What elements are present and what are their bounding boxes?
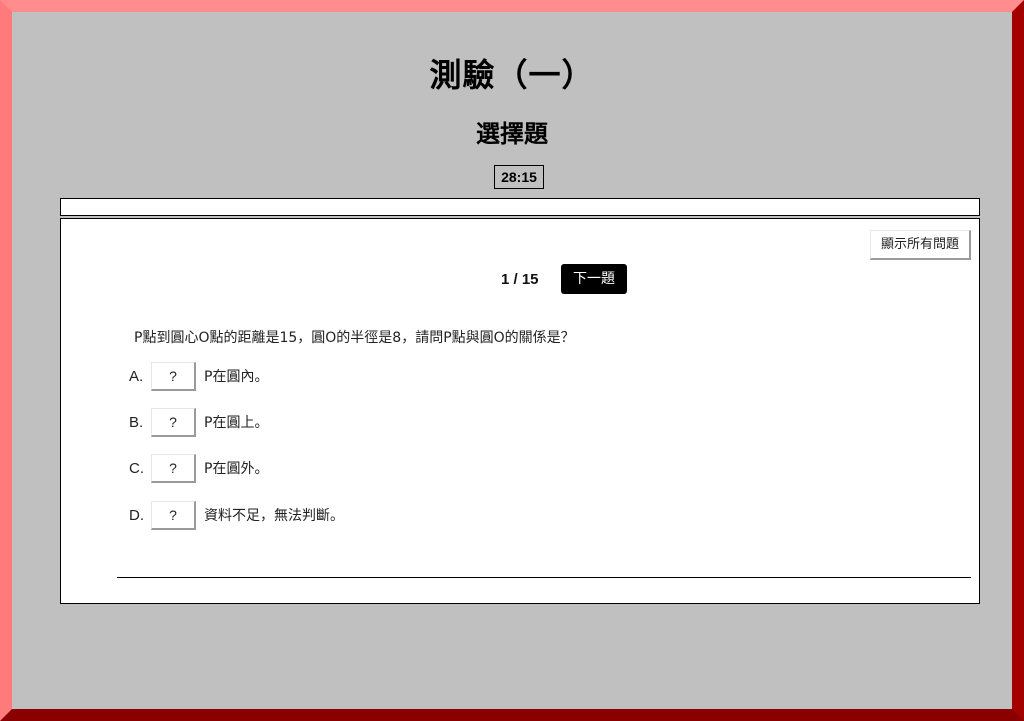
question-text: P點到圓心O點的距離是15，圓O的半徑是8，請問P點與圓O的關係是？ — [134, 330, 575, 346]
answer-box-b[interactable]: ? — [151, 407, 196, 437]
answer-box-a[interactable]: ? — [151, 361, 196, 391]
option-text: P在圓外。 — [204, 461, 269, 477]
answer-box-c[interactable]: ? — [151, 453, 196, 483]
option-letter: C. — [129, 459, 144, 477]
show-all-questions-button[interactable]: 顯示所有問題 — [869, 230, 971, 260]
section-subtitle: 選擇題 — [476, 119, 548, 148]
question-counter: 1 / 15 — [501, 271, 539, 288]
page-title: 測驗（一） — [429, 56, 595, 94]
countdown-timer: 28:15 — [494, 165, 544, 189]
option-text: 資料不足，無法判斷。 — [204, 508, 344, 524]
option-b: B. ? P在圓上。 — [129, 407, 268, 437]
option-a: A. ? P在圓內。 — [129, 361, 268, 391]
question-panel: 顯示所有問題 1 / 15 下一題 P點到圓心O點的距離是15，圓O的半徑是8，… — [60, 218, 980, 604]
divider — [117, 577, 971, 578]
option-text: P在圓上。 — [204, 415, 269, 431]
option-c: C. ? P在圓外。 — [129, 453, 268, 483]
window-frame: 測驗（一） 選擇題 28:15 顯示所有問題 1 / 15 下一題 P點到圓心O… — [0, 0, 1024, 721]
answer-box-d[interactable]: ? — [151, 500, 196, 530]
option-d: D. ? 資料不足，無法判斷。 — [129, 500, 344, 530]
next-question-button[interactable]: 下一題 — [561, 264, 627, 294]
progress-bar — [60, 198, 980, 216]
option-letter: D. — [129, 506, 144, 524]
option-letter: B. — [129, 413, 144, 431]
option-text: P在圓內。 — [204, 369, 269, 385]
option-letter: A. — [129, 367, 144, 385]
